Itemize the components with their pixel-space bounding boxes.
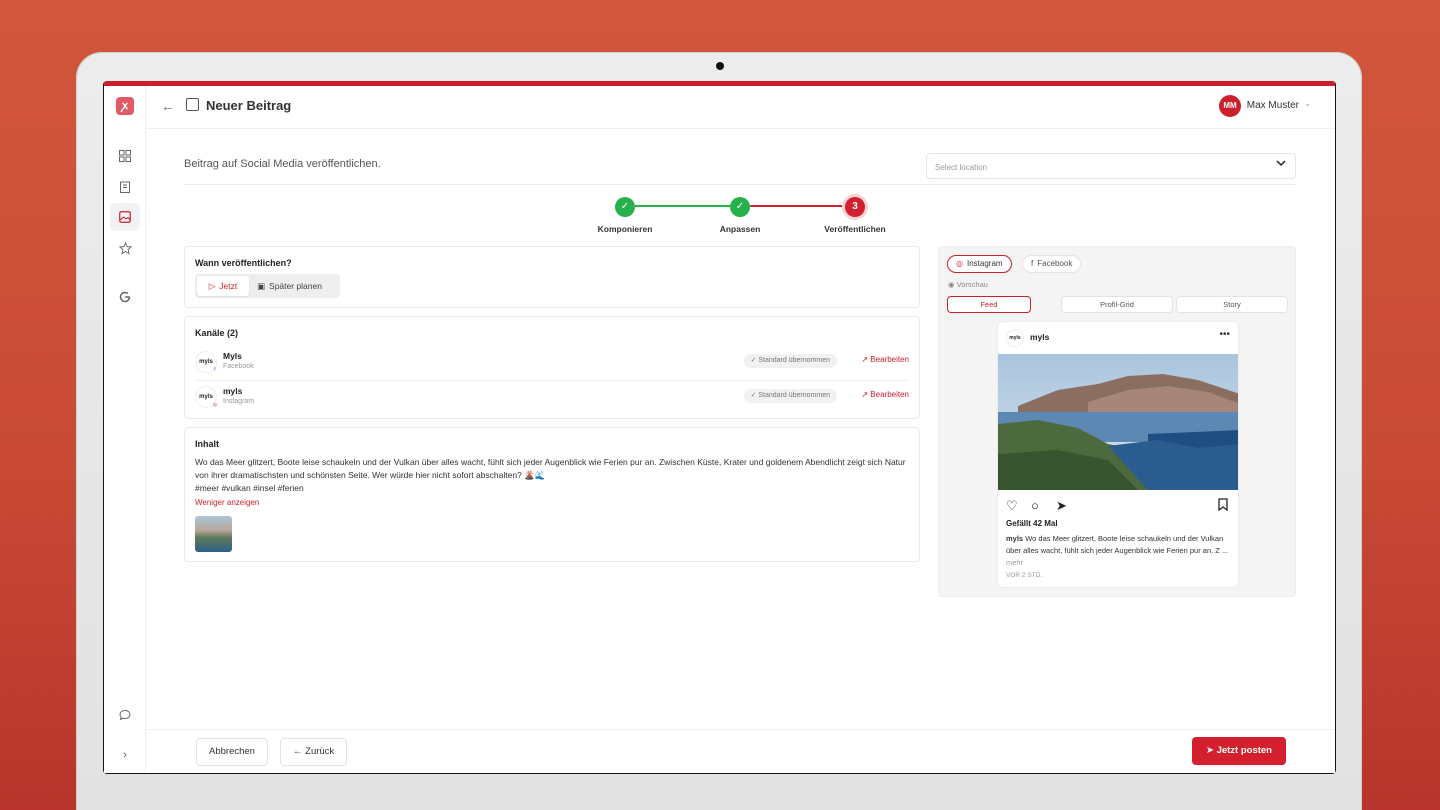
edit-label: Bearbeiten	[870, 355, 909, 364]
image-icon	[186, 98, 199, 111]
post-caption: myls Wo das Meer glitzert, Boote leise s…	[1006, 533, 1230, 569]
post-time: VOR 2 STD.	[1006, 572, 1043, 579]
step-3-number[interactable]: 3	[845, 197, 865, 217]
page-subtitle: Beitrag auf Social Media veröffentlichen…	[184, 158, 381, 170]
eye-icon: ◉	[948, 280, 955, 289]
edit-channel-button[interactable]: ↗ Bearbeiten	[861, 355, 909, 364]
likes-count: Gefällt 42 Mal	[1006, 519, 1058, 528]
tab-feed[interactable]: Feed	[947, 296, 1031, 313]
caption-text: Wo das Meer glitzert, Boote leise schauk…	[1006, 534, 1229, 555]
preview-label: ◉ Vorschau	[948, 280, 988, 289]
schedule-later-label: Später planen	[269, 281, 322, 291]
more-options-icon[interactable]: •••	[1219, 329, 1230, 340]
chevron-down-icon	[1275, 157, 1287, 172]
post-image	[998, 354, 1238, 490]
send-icon: ▷	[208, 280, 216, 291]
step-label-veroeffentlichen: Veröffentlichen	[824, 224, 886, 234]
caption-more-link[interactable]: mehr	[1006, 558, 1023, 567]
channel-platform: Instagram	[223, 398, 255, 405]
schedule-title: Wann veröffentlichen?	[195, 258, 292, 268]
caption-username: myls	[1006, 534, 1024, 543]
step-2-check-icon[interactable]: ✓	[730, 197, 750, 217]
channels-title: Kanäle (2)	[195, 328, 239, 338]
post-now-label: Jetzt posten	[1216, 745, 1272, 756]
back-arrow-icon[interactable]: ←	[161, 98, 175, 114]
content-card: Inhalt Wo das Meer glitzert, Boote leise…	[184, 427, 920, 562]
post-username: myls	[1030, 332, 1050, 342]
cancel-button[interactable]: Abbrechen	[196, 738, 268, 766]
schedule-card: Wann veröffentlichen? ▷ Jetzt ▣ Später p…	[184, 246, 920, 308]
publish-now-label: Jetzt	[219, 281, 238, 291]
content-title: Inhalt	[195, 439, 219, 449]
star-icon[interactable]	[110, 234, 140, 262]
standard-badge: ✓ Standard übernommen	[743, 354, 837, 368]
facebook-icon: f	[1031, 259, 1034, 268]
instagram-icon: ◎	[212, 402, 218, 408]
channel-row: myls ◎ myls Instagram ✓ Standard übernom…	[195, 382, 909, 414]
channel-name: Myls	[223, 351, 242, 361]
tab-profile-grid[interactable]: Profil-Grid	[1061, 296, 1173, 313]
tab-instagram[interactable]: ◎ Instagram	[947, 255, 1012, 273]
top-header: ← Neuer Beitrag MM Max Muster ⌄	[146, 86, 1335, 129]
channel-name: myls	[223, 386, 243, 396]
facebook-icon: f	[214, 367, 216, 373]
sidebar: ꭗ ›	[104, 86, 146, 773]
location-placeholder: Select location	[935, 163, 988, 172]
back-button[interactable]: ← Zurück	[280, 738, 348, 766]
camera-dot	[716, 62, 724, 70]
tab-instagram-label: Instagram	[966, 259, 1003, 268]
divider	[195, 380, 909, 381]
edit-channel-button[interactable]: ↗ Bearbeiten	[861, 390, 909, 399]
tab-facebook[interactable]: f Facebook	[1022, 255, 1082, 273]
channel-row: myls f Myls Facebook ✓ Standard übernomm…	[195, 347, 909, 381]
step-label-komponieren: Komponieren	[597, 224, 653, 234]
post-actions: ♡ ○ ➤	[1006, 498, 1230, 514]
user-name[interactable]: Max Muster	[1247, 100, 1299, 111]
content-hashtags: #meer #vulkan #insel #ferien	[195, 483, 304, 493]
preview-panel: ◎ Instagram f Facebook ◉ Vorschau Feed P…	[938, 246, 1296, 597]
schedule-toggle: ▷ Jetzt ▣ Später planen	[195, 274, 340, 298]
location-select[interactable]: Select location	[926, 153, 1296, 179]
content-body: Wo das Meer glitzert, Boote leise schauk…	[195, 456, 909, 495]
edit-label: Bearbeiten	[870, 390, 909, 399]
tab-facebook-label: Facebook	[1037, 259, 1073, 268]
chat-icon[interactable]	[110, 701, 140, 729]
step-1-check-icon[interactable]: ✓	[615, 197, 635, 217]
standard-badge: ✓ Standard übernommen	[743, 389, 837, 403]
media-thumbnail[interactable]	[195, 516, 232, 552]
chevron-down-icon[interactable]: ⌄	[1304, 99, 1311, 108]
laptop-screen: ꭗ › ← Neuer Beitrag MM Max Muster ⌄ Beit…	[103, 81, 1336, 774]
laptop-frame: ꭗ › ← Neuer Beitrag MM Max Muster ⌄ Beit…	[76, 52, 1362, 810]
building-icon[interactable]	[110, 173, 140, 201]
post-avatar: myls	[1006, 329, 1024, 347]
google-icon[interactable]	[110, 283, 140, 311]
channels-card: Kanäle (2) myls f Myls Facebook ✓ Standa…	[184, 316, 920, 419]
grid-icon[interactable]	[110, 142, 140, 170]
instagram-icon: ◎	[956, 259, 963, 268]
heart-icon[interactable]: ♡	[1006, 498, 1018, 514]
send-icon: ➤	[1205, 745, 1214, 756]
instagram-post-preview: myls myls ••• ♡ ○ ➤ Gefällt 42 Mal myls …	[997, 321, 1239, 588]
image-icon[interactable]	[110, 203, 140, 231]
post-now-button[interactable]: ➤ Jetzt posten	[1191, 737, 1286, 765]
show-less-link[interactable]: Weniger anzeigen	[195, 498, 259, 507]
content-text: Wo das Meer glitzert, Boote leise schauk…	[195, 457, 906, 480]
comment-icon[interactable]: ○	[1031, 498, 1039, 513]
schedule-later-option[interactable]: ▣ Später planen	[257, 276, 322, 296]
chevron-right-icon[interactable]: ›	[110, 741, 140, 769]
share-icon[interactable]: ➤	[1056, 498, 1067, 514]
calendar-icon: ▣	[257, 280, 266, 291]
publish-now-option[interactable]: ▷ Jetzt	[197, 276, 249, 296]
footer-bar: Abbrechen ← Zurück ➤ Jetzt posten	[146, 729, 1335, 773]
channel-platform: Facebook	[223, 363, 254, 370]
tab-story[interactable]: Story	[1176, 296, 1288, 313]
page-title: Neuer Beitrag	[206, 98, 292, 113]
app-logo[interactable]: ꭗ	[116, 97, 134, 115]
bookmark-icon[interactable]	[1218, 498, 1228, 514]
app-window: ꭗ › ← Neuer Beitrag MM Max Muster ⌄ Beit…	[104, 81, 1335, 773]
preview-label-text: Vorschau	[956, 280, 988, 289]
step-label-anpassen: Anpassen	[719, 224, 761, 234]
divider	[184, 184, 1297, 185]
avatar[interactable]: MM	[1219, 95, 1241, 117]
